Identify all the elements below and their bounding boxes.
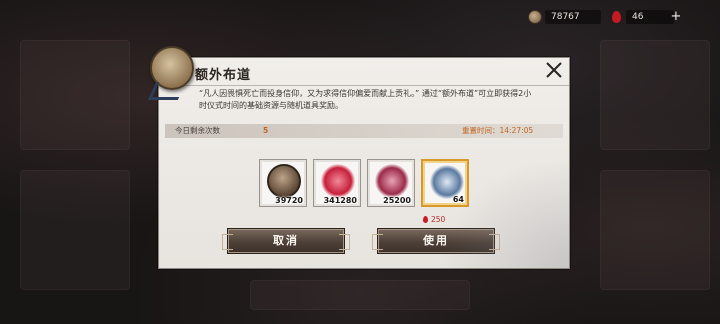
coin-count: 78767 <box>545 10 601 24</box>
coin-icon <box>267 164 301 198</box>
item-quantity: 64 <box>452 195 464 204</box>
blood-resource: 46 <box>612 8 674 26</box>
remaining-label: 今日剩余次数 <box>175 126 220 135</box>
item-quantity: 39720 <box>275 196 303 205</box>
extra-sermon-dialog: 额外布道 “凡人因畏惧死亡而投身信仰，又为求得信仰偏爱而献上贡礼。” 通过“额外… <box>158 57 570 269</box>
red-flower-icon <box>321 164 355 198</box>
info-bar: 今日剩余次数 5 重置时间：14:27:05 <box>165 124 563 138</box>
item-quantity: 25200 <box>383 196 411 205</box>
close-icon <box>546 62 562 78</box>
reward-item-pink-bird[interactable]: 25200 <box>367 159 415 207</box>
blood-drop-icon <box>612 11 621 23</box>
item-quantity: 341280 <box>323 196 357 205</box>
pink-bird-icon <box>375 164 409 198</box>
blood-drop-icon <box>423 216 428 223</box>
reward-item-red-flower[interactable]: 341280 <box>313 159 361 207</box>
background-panel <box>250 280 470 310</box>
coin-resource: 78767 <box>528 8 601 26</box>
background-panel <box>20 170 130 290</box>
coin-icon <box>528 10 542 24</box>
cancel-button[interactable]: 取消 <box>222 228 350 254</box>
close-button[interactable] <box>543 59 565 81</box>
reward-item-blue-fish[interactable]: 64 <box>421 159 469 207</box>
reset-time: 重置时间：14:27:05 <box>462 126 534 135</box>
dialog-title-bar: 额外布道 <box>159 58 569 86</box>
remaining-count: 5 <box>263 126 269 135</box>
reward-item-coin[interactable]: 39720 <box>259 159 307 207</box>
blue-fish-icon <box>430 165 464 199</box>
background-panel <box>20 40 130 150</box>
background-panel <box>600 170 710 290</box>
dialog-description: “凡人因畏惧死亡而投身信仰，又为求得信仰偏爱而献上贡礼。” 通过“额外布道”可立… <box>199 89 532 110</box>
cost-value: 250 <box>431 215 446 224</box>
background-panel <box>600 40 710 150</box>
add-blood-button[interactable]: + <box>670 8 682 26</box>
use-cost: 250 <box>423 215 445 224</box>
blood-count: 46 <box>626 10 674 24</box>
dialog-title: 额外布道 <box>195 68 252 83</box>
use-button[interactable]: 使用 <box>372 228 500 254</box>
